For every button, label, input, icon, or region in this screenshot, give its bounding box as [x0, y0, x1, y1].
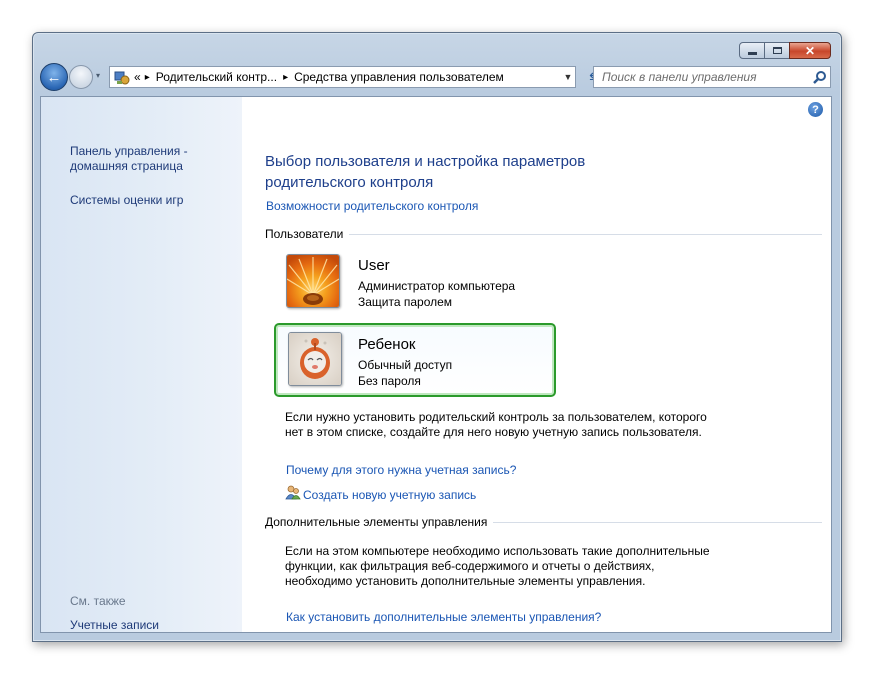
address-bar[interactable]: « ▸ Родительский контр... ▸ Средства упр…: [109, 66, 576, 88]
control-panel-window: ✕ ← ▾ « ▸ Родительский контр... ▸ Средст…: [32, 32, 842, 642]
breadcrumb-separator[interactable]: ▸: [283, 72, 288, 83]
extra-controls-info-text: Если на этом компьютере необходимо испол…: [285, 544, 710, 588]
client-area: Панель управления - домашняя страница Си…: [40, 96, 832, 633]
robot-avatar-icon: [288, 332, 342, 386]
add-user-icon: [285, 484, 301, 505]
caption-buttons: ✕: [739, 42, 831, 59]
maximize-button[interactable]: [764, 42, 790, 59]
user-password-status: Без пароля: [358, 374, 421, 388]
search-icon[interactable]: [810, 67, 830, 87]
control-panel-icon: [114, 69, 130, 85]
user-accounts-link[interactable]: Учетные записи пользователей: [70, 618, 210, 632]
extra-controls-section-label: Дополнительные элементы управления: [265, 515, 488, 529]
user-role: Администратор компьютера: [358, 279, 516, 293]
minimize-button[interactable]: [739, 42, 765, 59]
breadcrumb-separator[interactable]: ▸: [145, 72, 150, 83]
create-account-row[interactable]: Создать новую учетную запись: [285, 484, 476, 505]
help-icon[interactable]: ?: [808, 102, 823, 117]
breadcrumb-chevron[interactable]: «: [134, 70, 141, 84]
recent-pages-dropdown[interactable]: ▾: [96, 71, 100, 80]
address-dropdown-icon[interactable]: ▼: [561, 72, 575, 82]
why-account-needed-link[interactable]: Почему для этого нужна учетная запись?: [286, 463, 516, 477]
task-pane: Панель управления - домашняя страница Си…: [41, 97, 242, 632]
breadcrumb-parental-controls[interactable]: Родительский контр...: [156, 70, 277, 84]
control-panel-home-link[interactable]: Панель управления - домашняя страница: [70, 144, 220, 174]
user-tile-user[interactable]: User Администратор компьютера Защита пар…: [277, 249, 549, 313]
users-section-heading: Пользователи: [265, 227, 822, 241]
game-ratings-link[interactable]: Системы оценки игр: [70, 193, 183, 208]
flower-avatar-icon: [286, 254, 340, 308]
create-account-info-text: Если нужно установить родительский контр…: [285, 410, 707, 439]
user-password-status: Защита паролем: [358, 295, 453, 309]
back-button[interactable]: ←: [40, 63, 68, 91]
search-input[interactable]: [600, 69, 809, 85]
user-role: Обычный доступ: [358, 358, 453, 372]
extra-controls-section-heading: Дополнительные элементы управления: [265, 515, 822, 529]
install-extra-controls-link[interactable]: Как установить дополнительные элементы у…: [286, 610, 601, 624]
back-arrow-icon: ←: [46, 68, 62, 86]
parental-controls-features-link[interactable]: Возможности родительского контроля: [266, 199, 478, 213]
maximize-icon: [772, 47, 782, 54]
user-name: User: [358, 257, 390, 274]
forward-button[interactable]: [69, 65, 93, 89]
close-button[interactable]: ✕: [789, 42, 831, 59]
user-name: Ребенок: [358, 336, 416, 353]
see-also-heading: См. также: [70, 594, 126, 608]
breadcrumb-user-controls[interactable]: Средства управления пользователем: [294, 70, 504, 84]
user-tile-child[interactable]: Ребенок Обычный доступ Без пароля: [274, 323, 556, 397]
search-box[interactable]: [593, 66, 831, 88]
users-section-label: Пользователи: [265, 227, 344, 241]
minimize-icon: [747, 52, 757, 55]
create-account-link[interactable]: Создать новую учетную запись: [303, 488, 476, 502]
page-title: Выбор пользователя и настройка параметро…: [265, 153, 586, 191]
close-icon: ✕: [804, 43, 816, 58]
